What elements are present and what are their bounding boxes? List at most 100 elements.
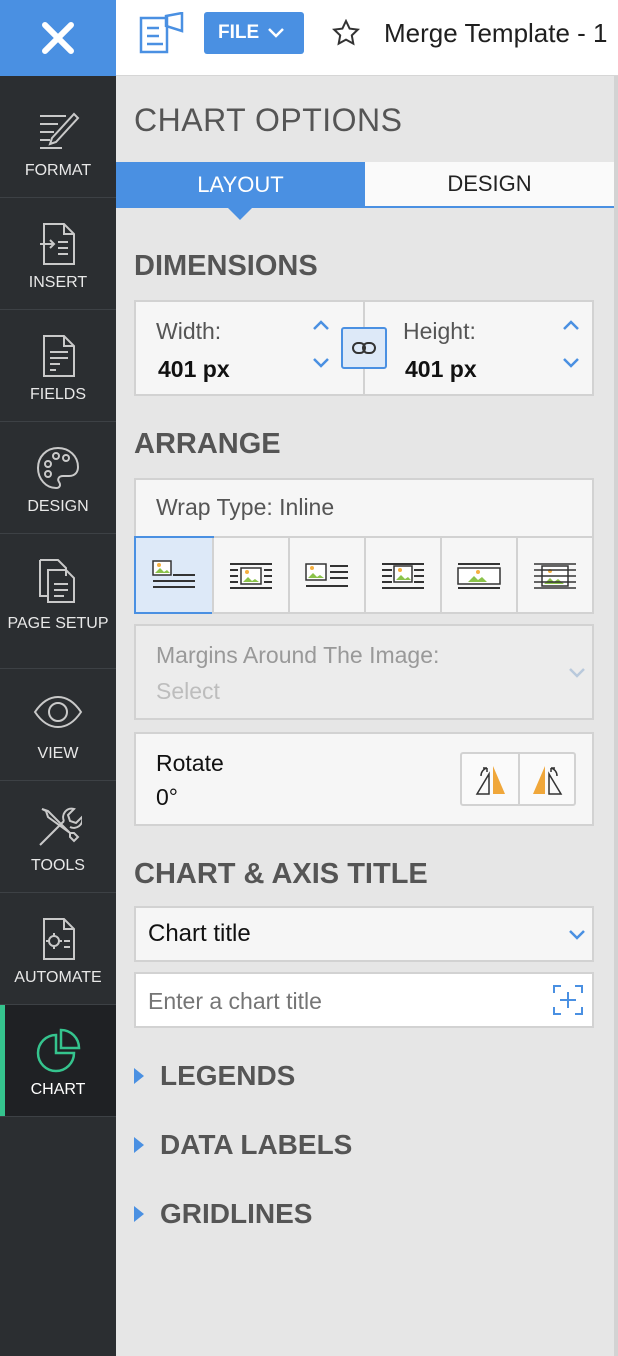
rail-item-automate[interactable]: AUTOMATE <box>0 893 116 1005</box>
gridlines-section-toggle[interactable]: GRIDLINES <box>134 1198 312 1230</box>
chart-title-select[interactable]: Chart title <box>134 906 594 962</box>
rotate-right-button[interactable] <box>520 754 576 804</box>
chevron-down-icon <box>268 28 285 38</box>
link-icon <box>352 342 376 354</box>
dimensions-heading: DIMENSIONS <box>134 250 318 282</box>
chevron-up-icon <box>313 320 329 330</box>
caret-right-icon <box>134 1068 144 1084</box>
rail-item-design[interactable]: DESIGN <box>0 422 116 534</box>
chevron-up-icon <box>563 320 579 330</box>
pie-chart-icon <box>36 1028 81 1073</box>
page-setup-icon <box>39 559 75 603</box>
height-increment-button[interactable] <box>562 318 580 336</box>
wrap-square-option[interactable] <box>212 538 288 614</box>
document-email-icon <box>139 11 184 54</box>
chart-options-panel: CHART OPTIONS LAYOUT DESIGN DIMENSIONS W… <box>116 76 614 1356</box>
rotate-right-icon <box>533 766 563 795</box>
legends-label: LEGENDS <box>160 1060 296 1091</box>
chart-title-select-value: Chart title <box>148 920 251 947</box>
left-nav-rail: FORMAT INSERT FIELDS DESIGN PAGE SETUP V… <box>0 0 116 1356</box>
rail-item-chart[interactable]: CHART <box>0 1005 116 1117</box>
margins-dropdown-toggle[interactable] <box>568 666 586 684</box>
fields-doc-icon <box>43 335 75 377</box>
width-increment-button[interactable] <box>312 318 330 336</box>
lock-aspect-ratio-button[interactable] <box>341 327 387 369</box>
height-value[interactable]: 401 px <box>405 356 477 383</box>
legends-section-toggle[interactable]: LEGENDS <box>134 1060 295 1092</box>
top-bar: FILE Merge Template - 1 <box>116 0 618 76</box>
rail-item-fields[interactable]: FIELDS <box>0 310 116 422</box>
panel-title: CHART OPTIONS <box>134 102 403 138</box>
rotate-buttons-group <box>460 752 576 806</box>
file-button-label: FILE <box>218 22 260 43</box>
wrap-inline-option[interactable] <box>134 536 214 614</box>
star-icon <box>331 18 361 46</box>
rotate-value: 0° <box>156 784 178 810</box>
rail-item-label: TOOLS <box>31 857 85 874</box>
automate-icon <box>43 918 75 960</box>
rail-item-label: PAGE SETUP <box>7 615 109 632</box>
panel-tabs: LAYOUT DESIGN <box>116 162 614 220</box>
chart-title-input-wrapper <box>134 972 594 1028</box>
height-decrement-button[interactable] <box>562 356 580 374</box>
rail-item-label: INSERT <box>28 274 88 291</box>
rail-item-label: AUTOMATE <box>14 969 102 986</box>
document-menu-button[interactable] <box>138 11 186 61</box>
insert-field-button[interactable] <box>552 984 584 1021</box>
wrap-behind-text-option[interactable] <box>516 538 592 614</box>
rail-item-tools[interactable]: TOOLS <box>0 781 116 893</box>
gridlines-label: GRIDLINES <box>160 1198 313 1229</box>
rotate-left-button[interactable] <box>462 754 520 804</box>
tab-design[interactable]: DESIGN <box>365 162 614 208</box>
caret-right-icon <box>134 1206 144 1222</box>
width-value[interactable]: 401 px <box>158 356 230 383</box>
chart-title-dropdown-toggle[interactable] <box>568 928 586 946</box>
chevron-down-icon <box>563 358 579 368</box>
close-icon <box>42 22 74 54</box>
rail-item-format[interactable]: FORMAT <box>0 86 116 198</box>
rail-item-insert[interactable]: INSERT <box>0 198 116 310</box>
rail-item-label: VIEW <box>37 745 79 762</box>
wrap-square-icon <box>230 563 272 589</box>
chart-title-input[interactable] <box>146 980 540 1022</box>
wrap-tight-icon <box>305 563 348 587</box>
height-label: Height: <box>403 318 476 344</box>
wrap-inline-icon <box>152 560 195 588</box>
width-label: Width: <box>156 318 222 344</box>
rotate-box: Rotate 0° <box>134 732 594 826</box>
insert-doc-icon <box>40 223 75 265</box>
dimensions-box: Width: 401 px Height: 401 px <box>134 300 594 396</box>
wrap-top-bottom-option[interactable] <box>440 538 516 614</box>
wrap-through-option[interactable] <box>364 538 440 614</box>
chevron-down-icon <box>569 930 585 940</box>
wrap-through-icon <box>382 563 424 589</box>
favorite-button[interactable] <box>331 18 361 52</box>
rail-item-label: CHART <box>30 1081 86 1098</box>
tools-icon <box>39 807 82 846</box>
width-decrement-button[interactable] <box>312 356 330 374</box>
wrap-tight-option[interactable] <box>288 538 364 614</box>
rail-item-view[interactable]: VIEW <box>0 669 116 781</box>
rotate-label: Rotate <box>156 750 224 776</box>
caret-right-icon <box>134 1137 144 1153</box>
add-field-icon <box>553 985 583 1015</box>
margins-label: Margins Around The Image: <box>156 642 440 668</box>
rail-item-page-setup[interactable]: PAGE SETUP <box>0 534 116 669</box>
wrap-top-bottom-icon <box>457 563 501 589</box>
chevron-down-icon <box>569 668 585 678</box>
panel-scrollbar-track[interactable] <box>614 76 618 1356</box>
margins-value: Select <box>156 678 220 704</box>
wrap-behind-text-icon <box>534 563 576 589</box>
wrap-type-label: Wrap Type: Inline <box>156 494 335 520</box>
document-title[interactable]: Merge Template - 1 <box>384 18 608 49</box>
file-menu-button[interactable]: FILE <box>204 12 304 54</box>
rotate-left-icon <box>475 766 505 795</box>
tab-layout[interactable]: LAYOUT <box>116 162 365 220</box>
data-labels-section-toggle[interactable]: DATA LABELS <box>134 1129 352 1161</box>
data-labels-label: DATA LABELS <box>160 1129 353 1160</box>
rail-item-label: FIELDS <box>29 386 86 403</box>
close-button[interactable] <box>0 0 116 76</box>
chart-axis-title-heading: CHART & AXIS TITLE <box>134 858 428 890</box>
rail-item-label: FORMAT <box>24 162 92 179</box>
margins-select[interactable]: Margins Around The Image: Select <box>134 624 594 720</box>
